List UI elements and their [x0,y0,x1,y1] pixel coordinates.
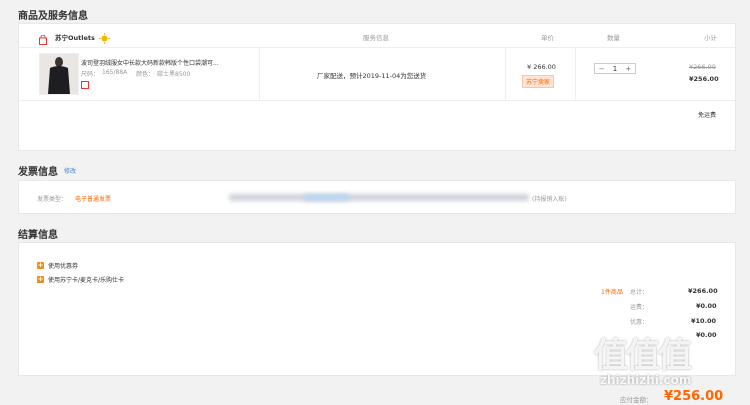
subtotal-original: ¥266.00 [689,63,716,71]
col-price: 单价 [541,34,554,42]
discount-label: 优惠： [630,319,649,326]
total-label: 总计： [630,289,649,296]
product-thumbnail[interactable] [39,53,79,95]
row-divider-1 [259,48,260,100]
shipping-label: 运费： [630,304,649,311]
qty-minus-button[interactable]: − [595,65,608,73]
table-row: 波司登羽绒服女中长款大码新款韩版个性口袋潮可... 尺码： 165/88A 颜色… [19,48,735,101]
invoice-section-title: 发票信息 [18,167,58,178]
goods-section-title: 商品及服务信息 [18,11,88,22]
row-divider-3 [575,48,576,100]
goods-panel: 苏宁Outlets 服务信息 单价 数量 小计 波司登羽绒服女中长款大码新款韩版… [18,23,736,151]
pay-value: ¥256.00 [664,389,724,404]
discount-value: ¥10.00 [691,317,717,325]
product-size: 165/88A [102,69,128,76]
product-color: 碳士黑8500 [157,71,191,78]
invoice-note-tail: (持报销入账) [532,196,567,203]
invoice-type-value: 电子普通发票 [75,196,112,203]
col-qty: 数量 [607,34,620,42]
total-value: ¥266.00 [688,287,718,295]
pay-label: 应付金额： [620,396,653,404]
table-header: 苏宁Outlets 服务信息 单价 数量 小计 [19,24,735,48]
product-size-label: 尺码： [81,71,100,78]
watermark-logo: 值值值 [594,336,692,376]
settlement-section-title: 结算信息 [18,230,58,241]
price-tag: 苏宁卖家 [522,75,555,88]
store-icon [39,30,47,45]
invoice-blurred-highlight [304,194,349,201]
sun-badge-icon [99,29,110,44]
unit-price: ¥ 266.00 [527,63,556,71]
card-toggle[interactable]: + 使用苏宁卡/麦克卡/乐购仕卡 [37,275,124,284]
shipping-value: ¥0.00 [696,302,717,310]
plus-icon: + [37,261,44,269]
watermark-url: zhizhizhi.com [600,373,692,387]
product-color-label: 颜色： [136,71,155,78]
invoice-blurred-info [229,194,529,201]
shipping-free: 免运费 [698,112,717,119]
item-count: 1件商品 [601,289,623,296]
coupon-label: 使用优惠券 [48,263,79,270]
col-subtotal: 小计 [704,34,717,42]
product-title[interactable]: 波司登羽绒服女中长款大码新款韩版个性口袋潮可... [81,58,251,67]
qty-plus-button[interactable]: + [622,65,635,73]
quantity-stepper[interactable]: − 1 + [594,63,636,74]
qty-value[interactable]: 1 [608,65,621,73]
store-name[interactable]: 苏宁Outlets [55,32,95,42]
plus-icon: + [37,275,44,283]
coupon-toggle[interactable]: + 使用优惠券 [37,261,78,270]
invoice-badge-icon [81,81,89,89]
invoice-edit-link[interactable]: 修改 [64,166,76,175]
subtotal: ¥256.00 [689,75,719,83]
row-divider-2 [505,48,506,100]
service-info: 厂家配送，预计2019-11-04为您送货 [317,72,427,80]
other-value: ¥0.00 [696,331,717,339]
col-service: 服务信息 [363,34,389,42]
invoice-panel: 发票类型： 电子普通发票 (持报销入账) [18,180,736,214]
invoice-type-label: 发票类型： [37,196,68,203]
card-label: 使用苏宁卡/麦克卡/乐购仕卡 [48,277,125,284]
